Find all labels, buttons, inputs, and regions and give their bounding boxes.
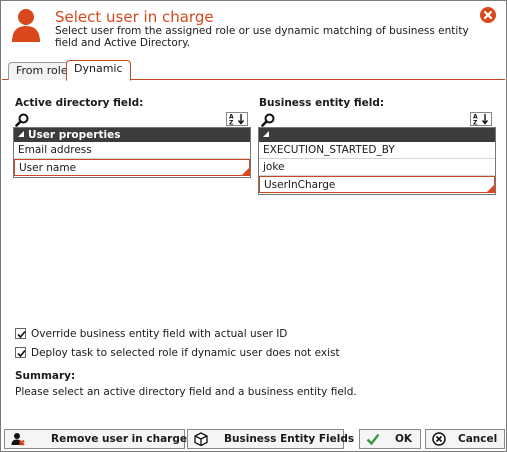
svg-text:Z: Z (229, 120, 234, 127)
selected-marker (486, 184, 495, 193)
remove-user-label: Remove user in charge (51, 433, 187, 445)
deploy-checkbox[interactable] (15, 347, 26, 358)
business-entity-fields-label: Business Entity Fields (224, 433, 355, 445)
active-directory-list: User properties Email address User name (13, 127, 251, 178)
list-item-joke[interactable]: joke (259, 159, 495, 176)
svg-text:Z: Z (473, 120, 478, 127)
override-label: Override business entity field with actu… (31, 328, 288, 340)
business-entity-list: EXECUTION_STARTED_BY joke UserInCharge (258, 127, 496, 195)
cube-icon (194, 432, 208, 446)
summary-title: Summary: (15, 370, 76, 382)
active-directory-label: Active directory field: (15, 97, 144, 109)
business-entity-fields-button[interactable]: Business Entity Fields (187, 429, 354, 449)
deploy-label: Deploy task to selected role if dynamic … (31, 347, 340, 359)
list-group-header: User properties (14, 128, 250, 142)
ok-label: OK (395, 433, 413, 445)
cancel-label: Cancel (458, 433, 498, 445)
summary-text: Please select an active directory field … (15, 386, 357, 398)
business-entity-label: Business entity field: (259, 97, 385, 109)
tab-dynamic[interactable]: Dynamic (66, 60, 131, 81)
checkmark-icon (366, 433, 380, 446)
list-item-user-in-charge[interactable]: UserInCharge (259, 176, 495, 193)
search-icon[interactable] (15, 113, 29, 127)
search-icon[interactable] (261, 113, 275, 127)
ok-button[interactable]: OK (359, 429, 421, 449)
cancel-icon (432, 432, 446, 446)
close-icon[interactable] (480, 7, 496, 23)
dialog-header: Select user in charge Select user from t… (2, 2, 505, 49)
list-item-user-name[interactable]: User name (14, 159, 250, 176)
list-item-email-address[interactable]: Email address (14, 142, 250, 159)
cancel-button[interactable]: Cancel (425, 429, 505, 449)
tab-bar: From role Dynamic (2, 60, 505, 81)
selected-marker (241, 167, 250, 176)
sort-az-icon[interactable]: A Z (470, 112, 492, 126)
dialog-title: Select user in charge (55, 8, 214, 26)
select-user-dialog: Select user in charge Select user from t… (0, 0, 507, 452)
user-icon (12, 9, 40, 42)
list-item-execution-started-by[interactable]: EXECUTION_STARTED_BY (259, 142, 495, 159)
dialog-subtitle: Select user from the assigned role or us… (55, 25, 469, 49)
override-checkbox[interactable] (15, 328, 26, 339)
list-group-header (259, 128, 495, 142)
remove-user-icon (11, 433, 25, 446)
sort-az-icon[interactable]: A Z (226, 112, 248, 126)
remove-user-button[interactable]: Remove user in charge (4, 429, 187, 449)
